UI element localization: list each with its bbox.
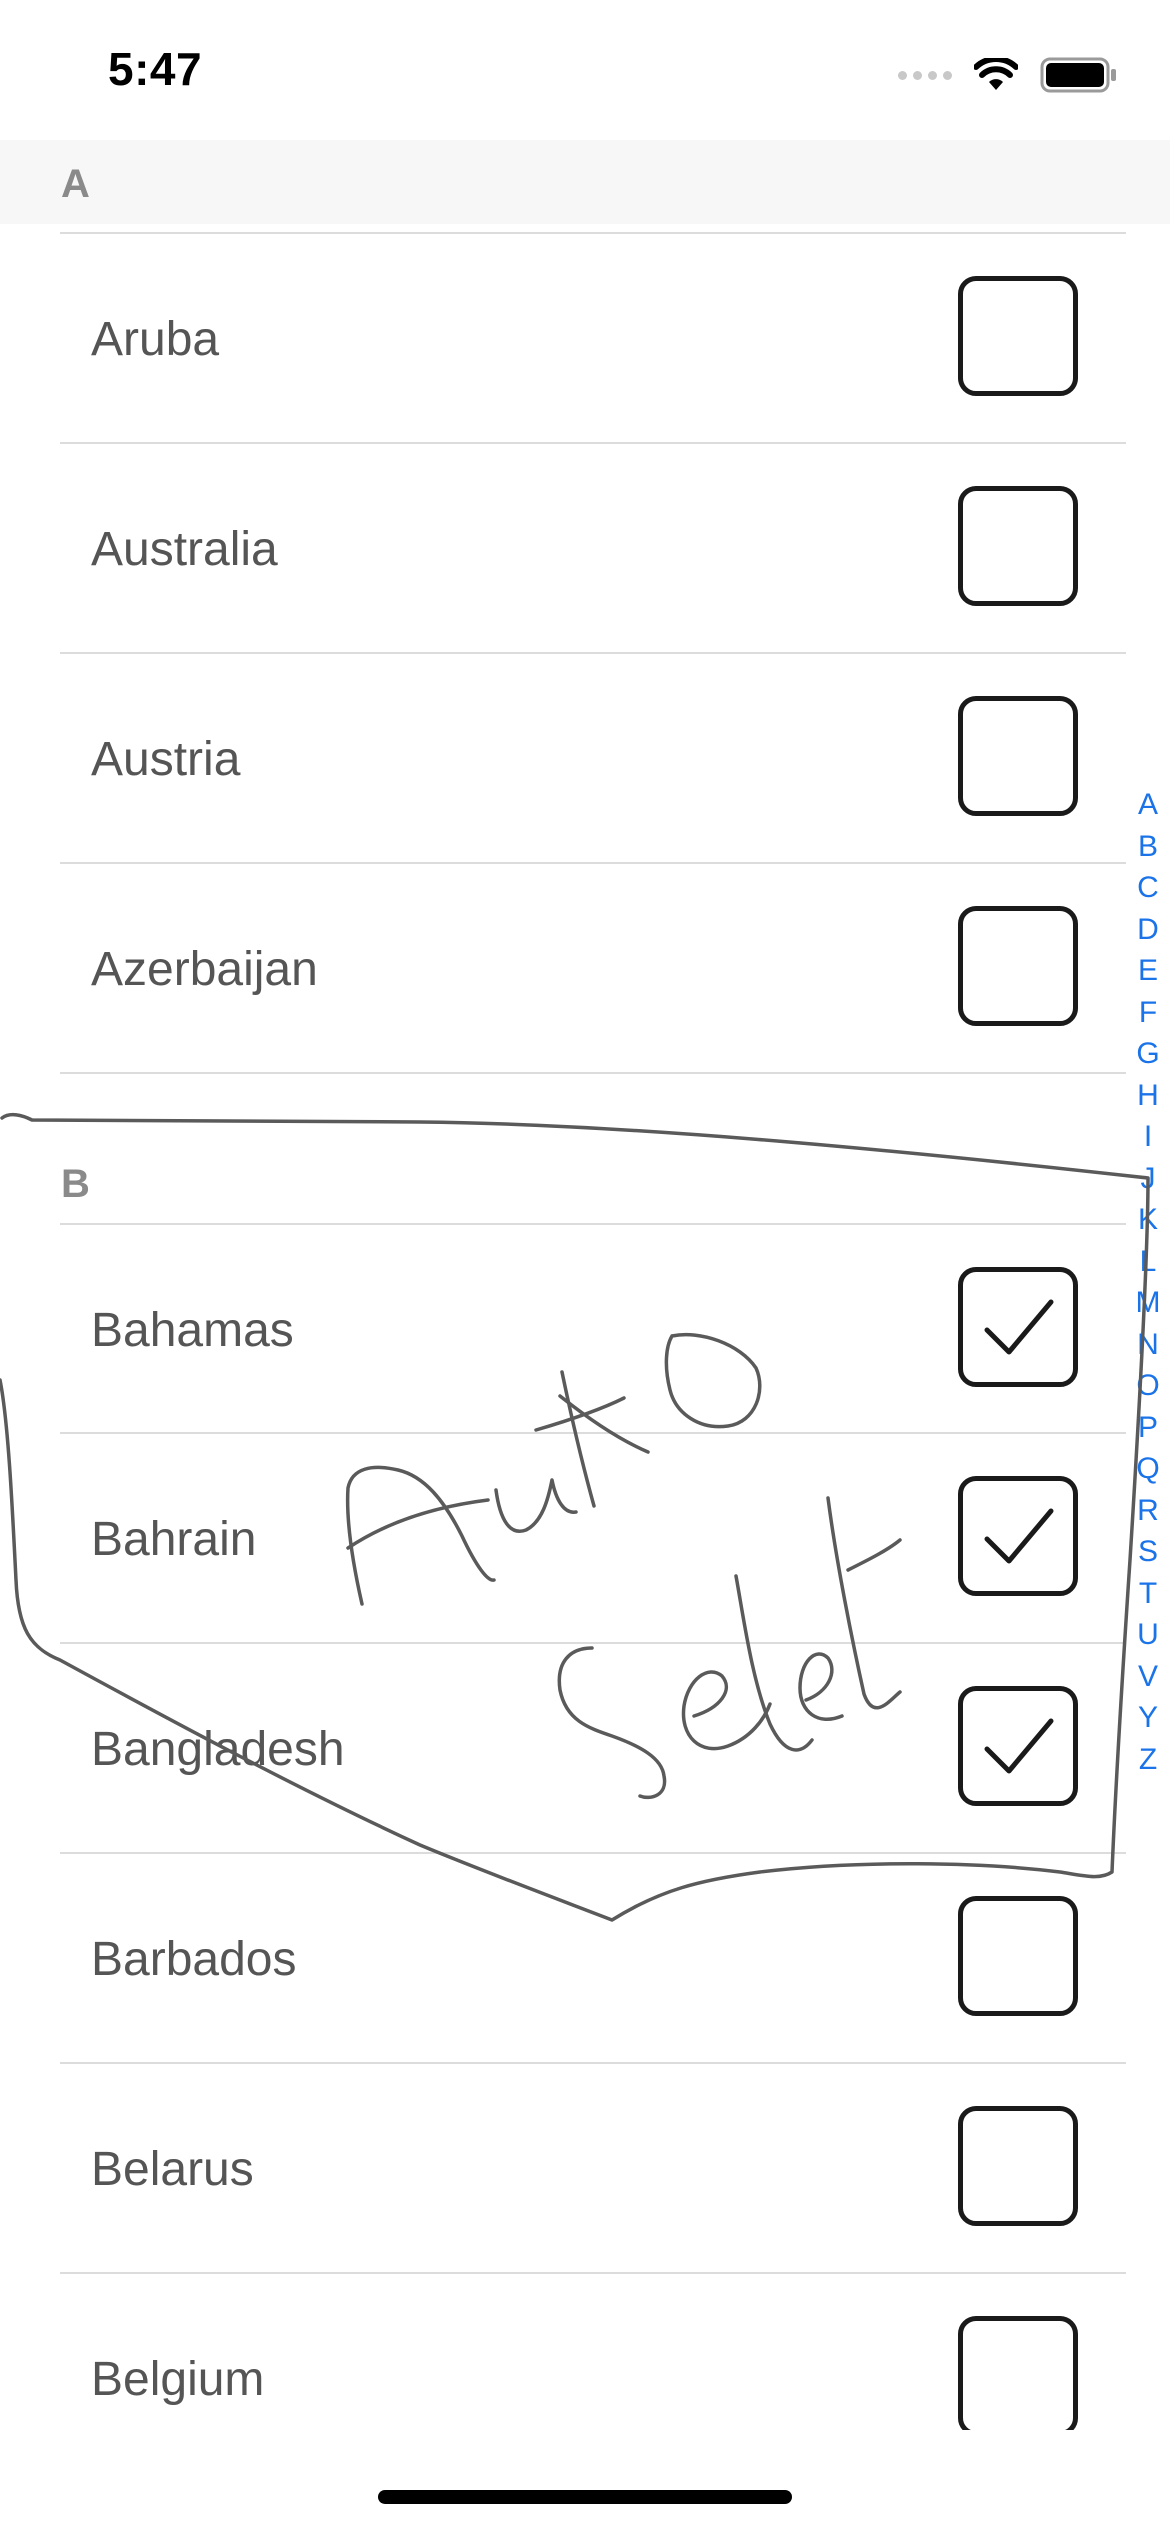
checkbox-unchecked[interactable] <box>958 2316 1078 2430</box>
battery-icon <box>1040 57 1116 93</box>
list-item-belarus[interactable]: Belarus <box>0 2064 1170 2274</box>
country-label: Bahrain <box>91 1513 257 1566</box>
checkbox-checked[interactable] <box>958 1267 1078 1387</box>
list-item-azerbaijan[interactable]: Azerbaijan <box>0 864 1170 1074</box>
section-header-a: A <box>0 140 1170 224</box>
list-item-bahamas[interactable]: Bahamas <box>0 1225 1170 1435</box>
country-label: Belarus <box>91 2143 254 2196</box>
index-letter-y[interactable]: Y <box>1138 1697 1158 1739</box>
checkbox-unchecked[interactable] <box>958 1896 1078 2016</box>
country-label: Belgium <box>91 2353 265 2406</box>
index-letter-b[interactable]: B <box>1138 826 1158 868</box>
country-label: Austria <box>91 733 241 786</box>
checkbox-checked[interactable] <box>958 1686 1078 1806</box>
index-letter-s[interactable]: S <box>1138 1531 1158 1573</box>
index-letter-p[interactable]: P <box>1138 1407 1158 1449</box>
index-letter-h[interactable]: H <box>1137 1075 1159 1117</box>
country-label: Barbados <box>91 1933 297 1986</box>
index-letter-c[interactable]: C <box>1137 867 1159 909</box>
section-header-b: B <box>0 1140 1170 1224</box>
row-divider <box>60 1072 1126 1074</box>
index-letter-l[interactable]: L <box>1140 1241 1157 1283</box>
index-letter-u[interactable]: U <box>1137 1614 1159 1656</box>
alphabet-index[interactable]: A B C D E F G H I J K L M N O P Q R S T … <box>1128 784 1168 1780</box>
index-letter-o[interactable]: O <box>1136 1365 1159 1407</box>
checkbox-unchecked[interactable] <box>958 696 1078 816</box>
list-item-bahrain[interactable]: Bahrain <box>0 1434 1170 1644</box>
index-letter-a[interactable]: A <box>1138 784 1158 826</box>
home-indicator <box>378 2490 792 2504</box>
index-letter-k[interactable]: K <box>1138 1199 1158 1241</box>
country-label: Aruba <box>91 313 220 366</box>
list-item-bangladesh[interactable]: Bangladesh <box>0 1644 1170 1854</box>
country-label: Australia <box>91 523 278 576</box>
country-label: Bangladesh <box>91 1723 345 1776</box>
checkbox-checked[interactable] <box>958 1476 1078 1596</box>
index-letter-q[interactable]: Q <box>1136 1448 1159 1490</box>
checkmark-icon <box>984 1718 1054 1774</box>
status-time: 5:47 <box>108 43 203 95</box>
list-item-aruba[interactable]: Aruba <box>0 234 1170 444</box>
index-letter-g[interactable]: G <box>1136 1033 1159 1075</box>
index-letter-v[interactable]: V <box>1138 1656 1158 1698</box>
wifi-icon <box>974 58 1018 90</box>
country-label: Azerbaijan <box>91 943 318 996</box>
country-label: Bahamas <box>91 1304 294 1357</box>
section-letter: B <box>61 1162 90 1206</box>
index-letter-m[interactable]: M <box>1136 1282 1161 1324</box>
list-item-austria[interactable]: Austria <box>0 654 1170 864</box>
cellular-signal-icon <box>898 70 952 80</box>
checkmark-icon <box>984 1299 1054 1355</box>
status-bar: 5:47 <box>0 0 1170 140</box>
index-letter-i[interactable]: I <box>1144 1116 1152 1158</box>
status-icons <box>898 55 1118 95</box>
index-letter-r[interactable]: R <box>1137 1490 1159 1532</box>
checkbox-unchecked[interactable] <box>958 276 1078 396</box>
checkbox-unchecked[interactable] <box>958 486 1078 606</box>
index-letter-z[interactable]: Z <box>1139 1739 1157 1781</box>
checkmark-icon <box>984 1508 1054 1564</box>
index-letter-e[interactable]: E <box>1138 950 1158 992</box>
index-letter-t[interactable]: T <box>1139 1573 1157 1615</box>
list-item-belgium[interactable]: Belgium <box>0 2274 1170 2430</box>
checkbox-unchecked[interactable] <box>958 906 1078 1026</box>
index-letter-f[interactable]: F <box>1139 992 1157 1034</box>
section-letter: A <box>61 162 90 206</box>
list-item-australia[interactable]: Australia <box>0 444 1170 654</box>
checkbox-unchecked[interactable] <box>958 2106 1078 2226</box>
index-letter-j[interactable]: J <box>1141 1158 1156 1200</box>
index-letter-n[interactable]: N <box>1137 1324 1159 1366</box>
list-item-barbados[interactable]: Barbados <box>0 1854 1170 2064</box>
index-letter-d[interactable]: D <box>1137 909 1159 951</box>
